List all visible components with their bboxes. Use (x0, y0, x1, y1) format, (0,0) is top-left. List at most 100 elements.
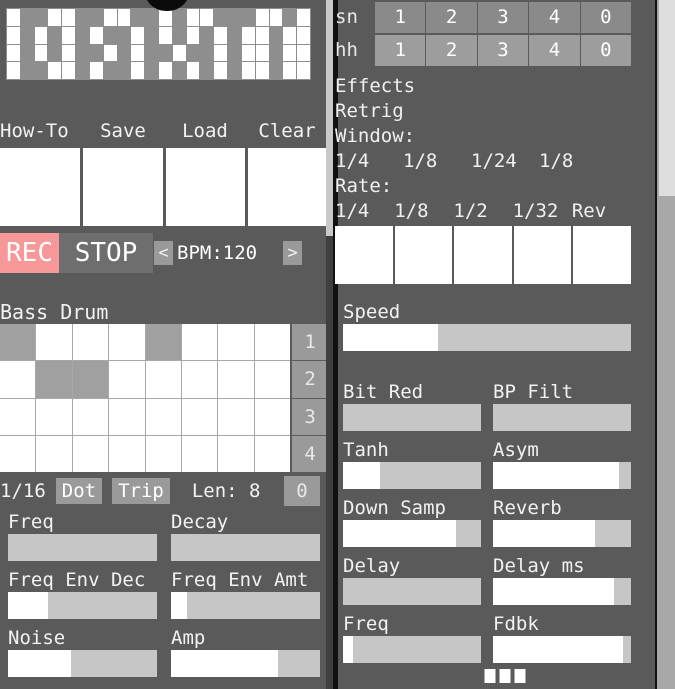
pixel-cell[interactable] (20, 26, 34, 44)
step-cell[interactable] (218, 398, 254, 435)
reverb-slider[interactable] (493, 520, 631, 547)
pixel-cell[interactable] (269, 26, 283, 44)
rate-option[interactable]: 1/8 (394, 199, 453, 224)
step-row-label[interactable]: 2 (292, 361, 328, 398)
step-cell[interactable] (36, 361, 72, 398)
record-button[interactable]: REC (0, 233, 59, 273)
pixel-cell[interactable] (48, 26, 62, 44)
pixel-cell[interactable] (7, 9, 20, 26)
trip-button[interactable]: Trip (112, 478, 170, 504)
pixel-cell[interactable] (103, 26, 117, 44)
pixel-cell[interactable] (117, 26, 131, 44)
pixel-cell[interactable] (159, 62, 172, 79)
step-cell[interactable] (218, 324, 254, 361)
noise-slider[interactable] (8, 650, 157, 677)
pixel-cell[interactable] (131, 44, 145, 62)
pixel-cell[interactable] (200, 44, 214, 62)
window-option[interactable]: 1/4 (335, 149, 403, 174)
pixel-cell[interactable] (200, 9, 214, 26)
save-button[interactable]: Save (82, 118, 164, 144)
step-cell[interactable] (0, 398, 36, 435)
step-cell[interactable] (182, 398, 218, 435)
pixel-cell[interactable] (89, 44, 103, 62)
pixel-cell[interactable] (76, 9, 89, 26)
pixel-cell[interactable] (34, 44, 48, 62)
pixel-cell[interactable] (297, 26, 310, 44)
pixel-cell[interactable] (269, 44, 283, 62)
step-cell[interactable] (254, 324, 291, 361)
pixel-cell[interactable] (297, 44, 310, 62)
kit-step-button[interactable]: 1 (375, 35, 426, 66)
pixel-cell[interactable] (76, 62, 89, 79)
pixel-cell[interactable] (76, 44, 89, 62)
bpm-increment-button[interactable]: > (283, 241, 303, 265)
pixel-cell[interactable] (145, 62, 158, 79)
pixel-cell[interactable] (62, 26, 76, 44)
speed-slider[interactable] (343, 324, 631, 351)
pixel-cell[interactable] (131, 62, 145, 79)
pixel-cell[interactable] (76, 26, 89, 44)
step-cell[interactable] (145, 398, 181, 435)
stop-button[interactable]: STOP (59, 233, 153, 273)
pixel-cell[interactable] (214, 9, 228, 26)
window-option[interactable]: 1/8 (539, 149, 607, 174)
bpm-decrement-button[interactable]: < (154, 241, 173, 265)
pixel-cell[interactable] (241, 9, 255, 26)
pixel-cell[interactable] (228, 9, 241, 26)
down-samp-slider[interactable] (343, 520, 481, 547)
pixel-cell[interactable] (269, 9, 283, 26)
window-option[interactable]: 1/24 (471, 149, 539, 174)
pixel-cell[interactable] (131, 26, 145, 44)
pixel-cell[interactable] (7, 26, 20, 44)
kit-step-button[interactable]: 3 (477, 35, 529, 66)
pixel-cell[interactable] (214, 62, 228, 79)
page-badge[interactable]: 0 (284, 476, 320, 506)
effects-slot[interactable] (513, 226, 572, 284)
decay-slider[interactable] (171, 534, 320, 561)
delay-ms-slider[interactable] (493, 578, 631, 605)
pixel-cell[interactable] (228, 62, 241, 79)
kit-row-sn[interactable]: sn 1 2 3 4 0 (335, 2, 632, 33)
pixel-cell[interactable] (145, 26, 158, 44)
pixel-cell[interactable] (131, 9, 145, 26)
preset-slot[interactable] (165, 148, 246, 226)
step-cell[interactable] (109, 398, 145, 435)
bit-red-slider[interactable] (343, 404, 481, 431)
pixel-cell[interactable] (186, 44, 200, 62)
step-cell[interactable] (0, 361, 36, 398)
effects-slot[interactable] (454, 226, 512, 284)
pixel-cell[interactable] (283, 9, 297, 26)
pixel-cell[interactable] (255, 62, 269, 79)
step-row-labels[interactable]: 1234 (292, 324, 328, 472)
step-cell[interactable] (72, 361, 109, 398)
fdbk-slider[interactable] (493, 636, 631, 663)
step-row-label[interactable]: 4 (292, 435, 328, 472)
tanh-slider[interactable] (343, 462, 481, 489)
page-dot[interactable] (484, 669, 496, 683)
pixel-cell[interactable] (200, 26, 214, 44)
pixel-cell[interactable] (186, 26, 200, 44)
kit-step-button[interactable]: 0 (580, 2, 632, 33)
pixel-cell[interactable] (228, 26, 241, 44)
pixel-cell[interactable] (255, 9, 269, 26)
pixel-cell[interactable] (172, 62, 186, 79)
step-cell[interactable] (254, 361, 291, 398)
pixel-cell[interactable] (62, 9, 76, 26)
pixel-cell[interactable] (20, 44, 34, 62)
pixel-cell[interactable] (103, 9, 117, 26)
pixel-cell[interactable] (48, 62, 62, 79)
left-scrollbar-thumb[interactable] (326, 0, 333, 236)
asym-slider[interactable] (493, 462, 631, 489)
step-cell[interactable] (145, 324, 181, 361)
pixel-cell[interactable] (159, 9, 172, 26)
pattern-pixel-display[interactable] (6, 8, 311, 80)
pixel-cell[interactable] (20, 62, 34, 79)
fx-freq-slider[interactable] (343, 636, 481, 663)
pixel-cell[interactable] (241, 44, 255, 62)
pixel-cell[interactable] (103, 62, 117, 79)
kit-step-button[interactable]: 1 (375, 2, 426, 33)
pixel-cell[interactable] (159, 44, 172, 62)
effects-slot[interactable] (573, 226, 631, 284)
pixel-cell[interactable] (255, 44, 269, 62)
pixel-cell[interactable] (172, 9, 186, 26)
